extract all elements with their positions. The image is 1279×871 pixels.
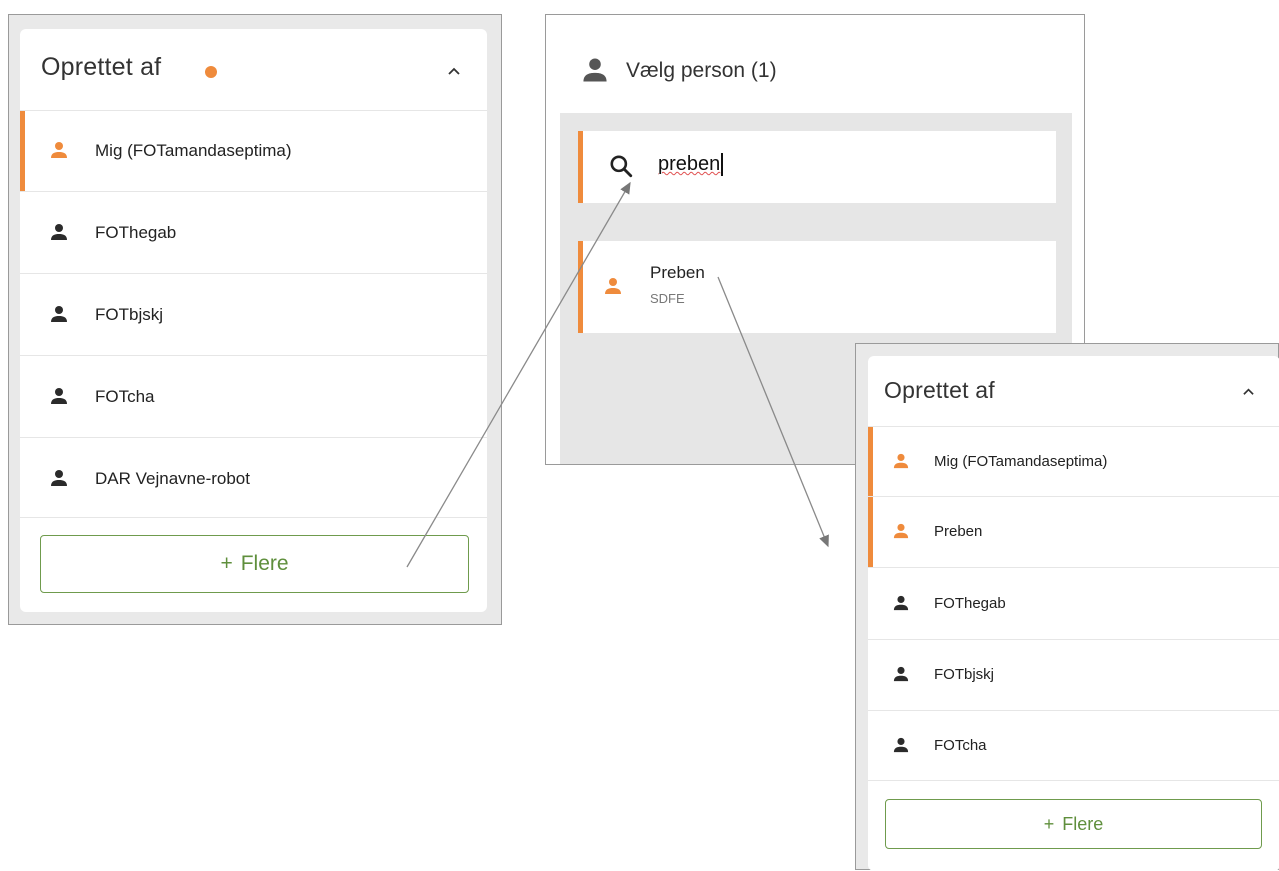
filter-option-mig[interactable]: Mig (FOTamandaseptima): [20, 111, 487, 192]
more-button-label: Flere: [240, 552, 289, 575]
filter-option-label: FOThegab: [934, 595, 1006, 612]
orange-dot-icon: [205, 66, 217, 78]
person-icon: [893, 523, 909, 539]
plus-icon: +: [220, 552, 233, 575]
filter-option-label: Mig (FOTamandaseptima): [934, 453, 1108, 470]
chevron-up-icon[interactable]: [1243, 387, 1254, 396]
created-by-filter-card: Oprettet af Mig (FOTamandaseptima) Prebe…: [868, 356, 1279, 871]
filter-option-label: FOTcha: [95, 387, 155, 406]
person-icon: [893, 595, 909, 611]
filter-option-label: Mig (FOTamandaseptima): [95, 141, 292, 160]
chevron-up-icon[interactable]: [448, 66, 460, 76]
person-picker-header: Vælg person (1): [546, 15, 1084, 113]
search-icon: [610, 155, 633, 178]
person-icon: [51, 388, 67, 404]
person-search-input[interactable]: preben: [658, 153, 724, 176]
left-screenshot-frame: Oprettet af Mig (FOTamandaseptima) FOThe…: [8, 14, 502, 625]
person-icon: [583, 58, 607, 82]
more-button[interactable]: + Flere: [40, 535, 469, 593]
filter-options-list: Mig (FOTamandaseptima) Preben FOThegab F…: [868, 427, 1279, 781]
filter-option-fotcha[interactable]: FOTcha: [20, 356, 487, 438]
filter-header[interactable]: Oprettet af: [20, 29, 487, 111]
person-icon: [605, 278, 621, 294]
filter-title: Oprettet af: [41, 53, 162, 81]
result-organization: SDFE: [650, 291, 685, 306]
created-by-filter-card: Oprettet af Mig (FOTamandaseptima) FOThe…: [20, 29, 487, 612]
person-icon: [893, 737, 909, 753]
filter-option-dar-robot[interactable]: DAR Vejnavne-robot: [20, 438, 487, 518]
filter-header[interactable]: Oprettet af: [868, 356, 1279, 427]
person-icon: [893, 453, 909, 469]
filter-option-fotbjskj[interactable]: FOTbjskj: [20, 274, 487, 356]
filter-option-label: FOTbjskj: [95, 305, 163, 324]
filter-option-fotcha[interactable]: FOTcha: [868, 711, 1279, 781]
right-screenshot-frame: Oprettet af Mig (FOTamandaseptima) Prebe…: [855, 343, 1279, 871]
person-icon: [51, 142, 67, 158]
person-icon: [893, 666, 909, 682]
plus-icon: +: [1043, 813, 1055, 834]
filter-option-preben[interactable]: Preben: [868, 497, 1279, 568]
filter-option-mig[interactable]: Mig (FOTamandaseptima): [868, 427, 1279, 497]
more-button[interactable]: + Flere: [885, 799, 1262, 849]
filter-option-label: DAR Vejnavne-robot: [95, 469, 250, 488]
person-picker-title: Vælg person (1): [626, 59, 777, 82]
filter-options-list: Mig (FOTamandaseptima) FOThegab FOTbjskj: [20, 111, 487, 518]
more-button-label: Flere: [1062, 813, 1104, 834]
filter-option-fothegab[interactable]: FOThegab: [20, 192, 487, 274]
person-icon: [51, 306, 67, 322]
person-search-box[interactable]: preben: [578, 131, 1056, 203]
result-name: Preben: [650, 263, 705, 282]
filter-option-label: Preben: [934, 523, 983, 540]
person-search-result[interactable]: Preben SDFE: [578, 241, 1056, 333]
filter-option-fothegab[interactable]: FOThegab: [868, 568, 1279, 640]
person-icon: [51, 470, 67, 486]
filter-title: Oprettet af: [884, 377, 995, 403]
filter-option-label: FOTcha: [934, 737, 987, 754]
filter-option-label: FOTbjskj: [934, 666, 994, 683]
person-icon: [51, 224, 67, 240]
filter-option-label: FOThegab: [95, 223, 177, 242]
filter-option-fotbjskj[interactable]: FOTbjskj: [868, 640, 1279, 711]
